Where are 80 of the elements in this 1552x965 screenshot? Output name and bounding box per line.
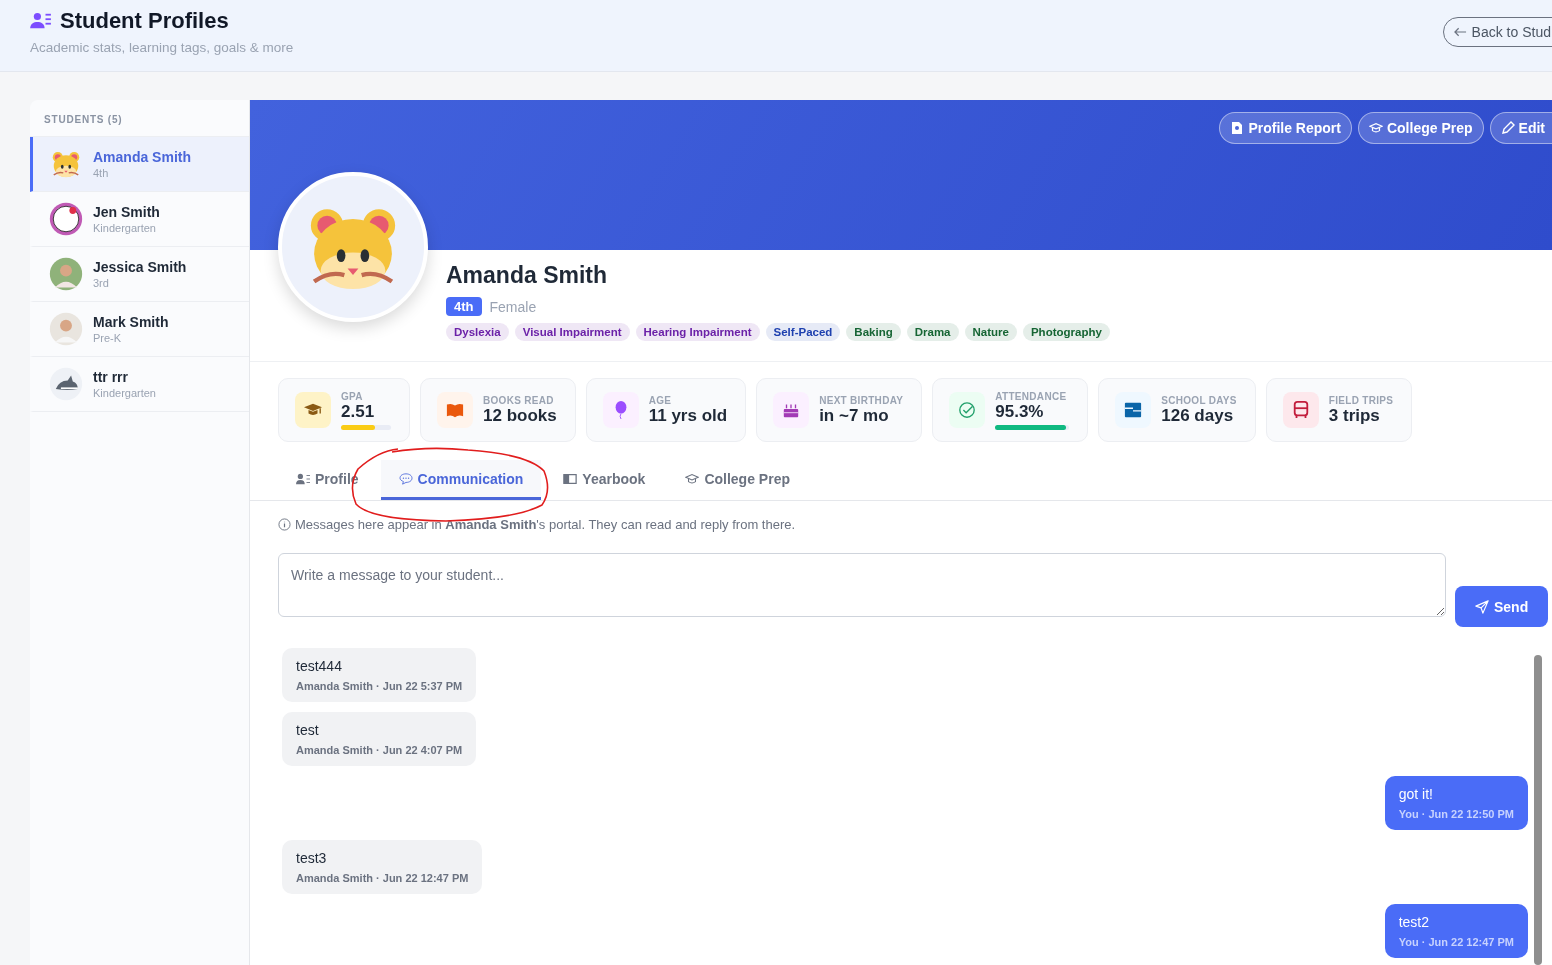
message-meta: Amanda Smith · Jun 22 4:07 PM bbox=[296, 744, 463, 756]
stat-value: 3 trips bbox=[1328, 405, 1381, 426]
banner-action-button[interactable]: Profile Report bbox=[1219, 112, 1352, 144]
stat-value: 126 days bbox=[1161, 405, 1235, 426]
student-name: ttr rrr bbox=[93, 369, 129, 385]
graduation-cap-icon bbox=[685, 472, 700, 485]
stat-label: ATTENDANCE bbox=[995, 390, 1068, 402]
student-name: Jen Smith bbox=[93, 204, 160, 220]
message-text: test3 bbox=[296, 850, 328, 866]
page-subtitle: Academic stats, learning tags, goals & more bbox=[30, 40, 294, 55]
student-item[interactable]: Jen Smith Kindergarten bbox=[30, 192, 249, 247]
stat-value: in ~7 mo bbox=[819, 405, 890, 426]
check-circle-icon bbox=[958, 401, 977, 419]
student-grade: 3rd bbox=[93, 277, 110, 289]
learning-tag: Baking bbox=[846, 323, 901, 341]
grade-badge: 4th bbox=[446, 297, 482, 316]
person-avatar-icon bbox=[49, 312, 83, 346]
student-name: Amanda Smith bbox=[93, 149, 191, 165]
gender-label: Female bbox=[489, 298, 537, 315]
tab[interactable]: Yearbook bbox=[545, 460, 664, 500]
student-name: Mark Smith bbox=[93, 314, 169, 330]
book-icon bbox=[446, 401, 464, 419]
message-text: got it! bbox=[1398, 786, 1434, 802]
learning-tag: Photography bbox=[1022, 323, 1110, 341]
message-field[interactable]: Write a message to your student... bbox=[278, 552, 1446, 617]
banner-action-button[interactable]: College Prep bbox=[1357, 112, 1484, 144]
student-grade: 4th bbox=[93, 167, 110, 179]
pencil-icon bbox=[1500, 121, 1515, 135]
message-meta: Amanda Smith · Jun 22 5:37 PM bbox=[296, 680, 463, 692]
stat-label: AGE bbox=[648, 394, 673, 406]
message-text: test bbox=[296, 722, 320, 738]
learning-tag: Self-Paced bbox=[765, 323, 841, 341]
stat-label: NEXT BIRTHDAY bbox=[819, 394, 904, 406]
student-item[interactable]: ttr rrr Kindergarten bbox=[30, 357, 249, 412]
tab[interactable]: Communication bbox=[380, 460, 542, 500]
student-grade: Kindergarten bbox=[93, 222, 157, 234]
stat-value: 95.3% bbox=[995, 401, 1045, 422]
learning-tag: Hearing Impairment bbox=[635, 323, 760, 341]
graduation-cap-icon bbox=[1368, 121, 1383, 135]
message-text: test444 bbox=[296, 658, 343, 674]
learning-tag: Nature bbox=[964, 323, 1017, 341]
book-icon bbox=[563, 472, 578, 485]
person-list-icon bbox=[296, 472, 310, 485]
student-item[interactable]: Mark Smith Pre-K bbox=[30, 302, 249, 357]
people-list-icon bbox=[30, 12, 52, 30]
send-icon bbox=[1475, 599, 1489, 614]
info-icon bbox=[278, 518, 291, 531]
bus-icon bbox=[1291, 401, 1310, 419]
message-meta: You · Jun 22 12:50 PM bbox=[1398, 808, 1514, 820]
chat-bubble-icon bbox=[398, 472, 413, 485]
message-meta: Amanda Smith · Jun 22 12:47 PM bbox=[296, 872, 469, 884]
scrollbar[interactable] bbox=[1534, 655, 1542, 965]
learning-tag: Drama bbox=[906, 323, 959, 341]
stat-label: SCHOOL DAYS bbox=[1161, 394, 1237, 406]
student-name: Jessica Smith bbox=[93, 259, 187, 275]
stat-value: 12 books bbox=[483, 405, 557, 426]
avatar-icon bbox=[49, 202, 83, 236]
calendar-card-icon bbox=[1124, 401, 1143, 419]
stat-label: GPA bbox=[341, 390, 364, 402]
message-text: test2 bbox=[1398, 914, 1431, 930]
student-grade: Pre-K bbox=[93, 332, 123, 344]
back-arrow-icon bbox=[1453, 27, 1467, 37]
send-button[interactable]: Send bbox=[1455, 586, 1549, 627]
learning-tag: Visual Impairment bbox=[514, 323, 630, 341]
student-name-heading: Amanda Smith bbox=[446, 262, 609, 289]
shark-icon bbox=[49, 367, 83, 401]
banner-action-button[interactable]: Edit bbox=[1489, 112, 1552, 144]
learning-tag: Dyslexia bbox=[446, 323, 509, 341]
page-title: Student Profiles bbox=[60, 8, 229, 34]
student-item[interactable]: Jessica Smith 3rd bbox=[30, 247, 249, 302]
message-meta: You · Jun 22 12:47 PM bbox=[1398, 936, 1514, 948]
person-avatar-icon bbox=[49, 257, 83, 291]
document-icon bbox=[1230, 121, 1245, 135]
student-grade: Kindergarten bbox=[93, 387, 156, 399]
stat-value: 11 yrs old bbox=[648, 405, 728, 426]
stat-label: FIELD TRIPS bbox=[1328, 394, 1394, 406]
stat-value: 2.51 bbox=[341, 401, 376, 422]
student-item[interactable]: Amanda Smith 4th bbox=[30, 137, 249, 192]
stat-label: BOOKS READ bbox=[483, 394, 555, 406]
tab[interactable]: College Prep bbox=[667, 460, 808, 500]
